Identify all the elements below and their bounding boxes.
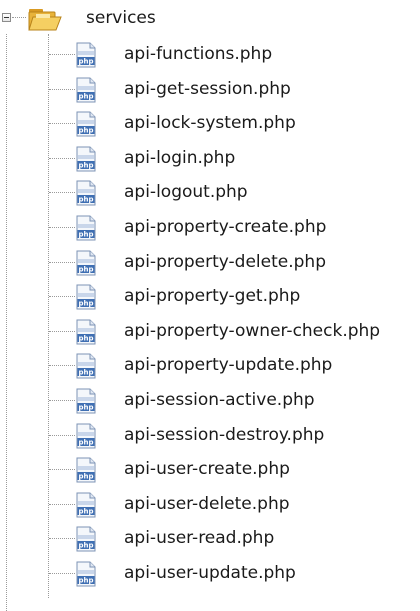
- file-label[interactable]: api-session-destroy.php: [124, 424, 324, 446]
- tree-node-file[interactable]: php api-property-owner-check.php: [0, 315, 420, 349]
- tree-node-file[interactable]: php api-property-create.php: [0, 211, 420, 245]
- file-label[interactable]: api-logout.php: [124, 181, 248, 203]
- php-file-icon: php: [76, 77, 96, 103]
- tree-guide-line: [49, 54, 75, 55]
- svg-text:php: php: [78, 334, 93, 342]
- tree-node-file[interactable]: php api-user-delete.php: [0, 488, 420, 522]
- tree-node-file[interactable]: php api-login.php: [0, 142, 420, 176]
- file-label[interactable]: api-session-active.php: [124, 389, 315, 411]
- file-label[interactable]: api-property-delete.php: [124, 251, 326, 273]
- tree-node-file[interactable]: php api-functions.php: [0, 38, 420, 72]
- tree-guide-line: [49, 400, 75, 401]
- php-file-icon: php: [76, 146, 96, 172]
- file-label[interactable]: api-user-update.php: [124, 562, 296, 584]
- php-file-icon: php: [76, 215, 96, 241]
- svg-text:php: php: [78, 404, 93, 412]
- svg-text:php: php: [78, 58, 93, 66]
- file-label[interactable]: api-user-read.php: [124, 527, 274, 549]
- tree-guide-line: [49, 538, 75, 540]
- php-file-icon: php: [76, 284, 96, 310]
- svg-text:php: php: [78, 300, 93, 308]
- tree-node-file[interactable]: php api-user-create.php: [0, 453, 420, 487]
- tree-guide-line: [49, 503, 75, 505]
- php-file-icon: php: [76, 492, 96, 518]
- tree-guide-line: [49, 434, 75, 436]
- tree-node-services[interactable]: services: [0, 4, 420, 34]
- svg-text:php: php: [78, 196, 93, 204]
- tree-guide-line: [12, 17, 26, 18]
- file-label[interactable]: api-get-session.php: [124, 78, 291, 100]
- file-label[interactable]: api-functions.php: [124, 43, 272, 65]
- file-label[interactable]: api-property-get.php: [124, 285, 300, 307]
- svg-text:php: php: [78, 473, 93, 481]
- svg-text:php: php: [78, 161, 93, 169]
- open-folder-icon: [28, 9, 62, 31]
- svg-text:php: php: [78, 542, 93, 550]
- tree-guide-line: [49, 227, 75, 228]
- php-file-icon: php: [76, 388, 96, 414]
- collapse-toggle-icon[interactable]: [2, 13, 11, 22]
- svg-text:php: php: [78, 265, 93, 273]
- php-file-icon: php: [76, 353, 96, 379]
- php-file-icon: php: [76, 319, 96, 345]
- tree-guide-line: [49, 192, 75, 194]
- tree-node-file[interactable]: php api-property-get.php: [0, 280, 420, 314]
- tree-guide-line: [49, 296, 75, 298]
- folder-label[interactable]: services: [86, 7, 156, 29]
- tree-node-file[interactable]: php api-user-read.php: [0, 522, 420, 556]
- tree-node-file[interactable]: php api-lock-system.php: [0, 107, 420, 141]
- tree-guide-line: [49, 157, 75, 159]
- tree-guide-line: [49, 261, 75, 263]
- file-label[interactable]: api-property-update.php: [124, 354, 332, 376]
- svg-text:php: php: [78, 231, 93, 239]
- php-file-icon: php: [76, 457, 96, 483]
- file-label[interactable]: api-property-owner-check.php: [124, 320, 380, 342]
- svg-text:php: php: [78, 92, 93, 100]
- php-file-icon: php: [76, 42, 96, 68]
- tree-guide-line: [49, 88, 75, 90]
- file-label[interactable]: api-user-create.php: [124, 458, 290, 480]
- svg-text:php: php: [78, 369, 93, 377]
- tree-guide-line: [49, 573, 75, 574]
- php-file-icon: php: [76, 111, 96, 137]
- tree-node-file[interactable]: php api-user-update.php: [0, 557, 420, 591]
- tree-node-file[interactable]: php api-session-destroy.php: [0, 419, 420, 453]
- php-file-icon: php: [76, 180, 96, 206]
- tree-guide-line: [49, 365, 75, 367]
- php-file-icon: php: [76, 561, 96, 587]
- file-tree: services php api-functions.php php api-g…: [0, 0, 420, 611]
- svg-text:php: php: [78, 127, 93, 135]
- file-label[interactable]: api-property-create.php: [124, 216, 326, 238]
- tree-node-file[interactable]: php api-get-session.php: [0, 73, 420, 107]
- php-file-icon: php: [76, 250, 96, 276]
- svg-text:php: php: [78, 438, 93, 446]
- file-label[interactable]: api-login.php: [124, 147, 235, 169]
- tree-guide-line: [49, 330, 75, 332]
- tree-guide-line: [49, 123, 75, 125]
- file-label[interactable]: api-user-delete.php: [124, 493, 290, 515]
- php-file-icon: php: [76, 526, 96, 552]
- php-file-icon: php: [76, 423, 96, 449]
- tree-node-file[interactable]: php api-property-delete.php: [0, 246, 420, 280]
- svg-text:php: php: [78, 577, 93, 585]
- tree-guide-line: [49, 469, 75, 471]
- tree-node-file[interactable]: php api-logout.php: [0, 176, 420, 210]
- svg-text:php: php: [78, 507, 93, 515]
- file-label[interactable]: api-lock-system.php: [124, 112, 296, 134]
- tree-node-file[interactable]: php api-property-update.php: [0, 349, 420, 383]
- tree-node-file[interactable]: php api-session-active.php: [0, 384, 420, 418]
